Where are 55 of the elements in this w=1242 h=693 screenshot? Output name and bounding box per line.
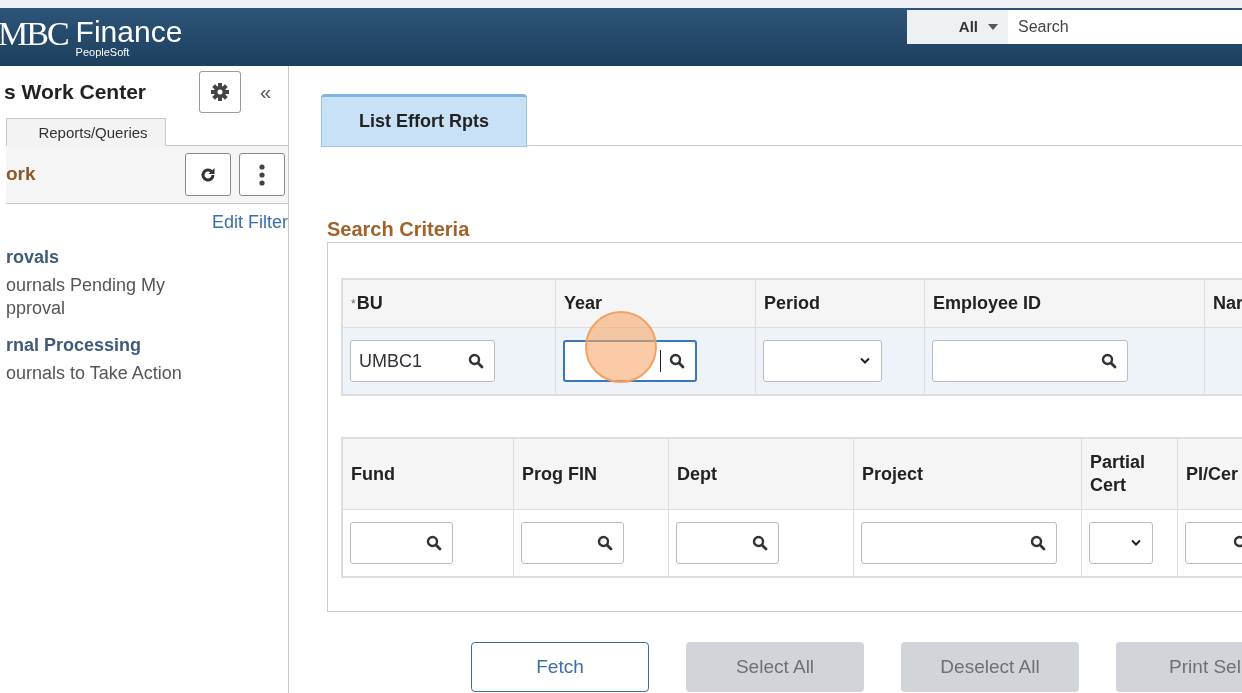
group-heading: rovals <box>6 246 61 269</box>
lookup-field[interactable] <box>563 340 697 382</box>
worklist-link[interactable]: ournals Pending My pproval <box>6 274 206 320</box>
collapse-button[interactable]: « <box>260 77 272 107</box>
logo-subtitle: PeopleSoft <box>75 46 131 58</box>
dropdown-field[interactable] <box>763 340 882 382</box>
lookup-field[interactable]: UMBC1 <box>350 340 495 382</box>
section-title: ork <box>6 162 37 187</box>
search-icon <box>1101 353 1117 369</box>
search-icon <box>669 353 685 369</box>
action-button[interactable]: Fetch <box>471 642 649 692</box>
kebab-icon <box>259 163 265 186</box>
group-heading: rnal Processing <box>6 334 143 357</box>
panel-title: s Work Center <box>4 79 147 106</box>
column-header: Year <box>564 292 603 315</box>
lookup-field[interactable] <box>1185 522 1242 564</box>
search-icon <box>752 535 768 551</box>
scope-dropdown[interactable]: All <box>907 10 1008 44</box>
search-icon <box>597 535 613 551</box>
required-mark: * <box>351 295 356 313</box>
logo-text: Finance <box>75 16 183 47</box>
column-header: Prog FIN <box>522 462 597 486</box>
settings-icon <box>210 82 230 102</box>
search-icon <box>1030 535 1046 551</box>
column-header: PI/Cer <box>1186 462 1239 486</box>
search-field[interactable]: Search <box>1008 10 1242 44</box>
column-header: Employee ID <box>933 292 1042 315</box>
edit-filters-link[interactable]: Edit Filter <box>211 208 288 236</box>
panel-tab[interactable]: Reports/Queries <box>6 118 166 147</box>
chevron-icon <box>1130 539 1142 547</box>
worklist-link[interactable]: ournals to Take Action <box>6 362 206 385</box>
column-header: Partial Cert <box>1090 451 1147 497</box>
lookup-field[interactable] <box>350 522 453 564</box>
column-header: BU <box>356 292 383 315</box>
section-title: Search Criteria <box>327 217 471 242</box>
column-header: Project <box>862 462 924 486</box>
lookup-field[interactable] <box>521 522 624 564</box>
dropdown-field[interactable] <box>1089 522 1153 564</box>
caret-icon <box>988 24 998 30</box>
more-button[interactable] <box>239 153 285 196</box>
column-header: Period <box>764 292 820 315</box>
refresh-icon <box>199 165 217 184</box>
lookup-field[interactable] <box>676 522 779 564</box>
column-header: Dept <box>677 462 717 486</box>
column-header: Fund <box>351 462 395 486</box>
search-icon <box>468 353 484 369</box>
lookup-field[interactable] <box>861 522 1057 564</box>
column-header: Nar <box>1213 292 1242 315</box>
lookup-field[interactable] <box>932 340 1128 382</box>
refresh-button[interactable] <box>185 153 231 196</box>
chevron-icon <box>859 357 871 365</box>
settings-button[interactable] <box>199 71 241 113</box>
page-tab[interactable]: List Effort Rpts <box>321 94 527 147</box>
search-icon <box>426 535 442 551</box>
text-cursor <box>660 350 661 372</box>
